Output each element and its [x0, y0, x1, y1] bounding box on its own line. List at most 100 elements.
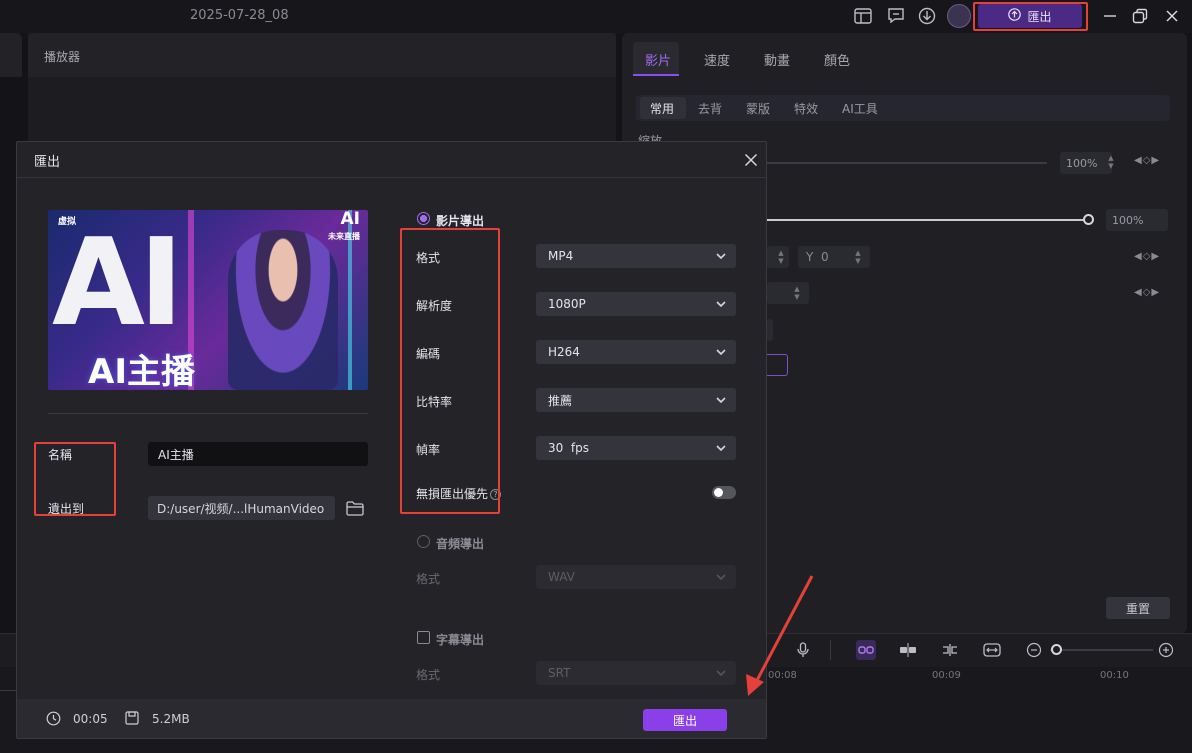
subtitle-format-label: 格式	[416, 668, 441, 682]
split-icon[interactable]	[940, 640, 960, 660]
download-icon[interactable]	[916, 5, 938, 27]
annotation-arrow	[746, 575, 814, 696]
subtitle-export-title: 字幕導出	[436, 633, 485, 647]
snap-icon[interactable]	[898, 640, 918, 660]
scale-value: 100%	[1066, 156, 1098, 170]
link-icon[interactable]	[856, 640, 876, 660]
audio-format-label: 格式	[416, 572, 441, 586]
toggle-knob	[714, 488, 723, 497]
disk-icon	[124, 710, 140, 726]
restore-icon[interactable]	[1128, 4, 1152, 28]
annotation-box	[400, 228, 500, 514]
scale-value-2: 100%	[1112, 213, 1144, 227]
format-select[interactable]: MP4	[536, 244, 736, 268]
fit-icon[interactable]	[982, 640, 1002, 660]
feedback-icon[interactable]	[885, 5, 907, 27]
audio-export-title: 音頻導出	[436, 537, 485, 551]
reset-button[interactable]: 重置	[1106, 597, 1170, 619]
scale-slider-2[interactable]	[767, 219, 1087, 221]
thumbnail-corner-text: AI	[340, 210, 360, 229]
minimize-icon[interactable]	[1098, 4, 1122, 28]
audio-format-select[interactable]: WAV	[536, 565, 736, 589]
close-icon[interactable]	[1160, 4, 1184, 28]
thumbnail-corner-sub: 未来直播	[328, 232, 360, 241]
subtitle-format-select[interactable]: SRT	[536, 661, 736, 685]
resolution-select[interactable]: 1080P	[536, 292, 736, 316]
player-title: 播放器	[44, 50, 81, 64]
scale-stepper[interactable]: ▲ ▼	[1106, 154, 1116, 170]
project-title: 2025-07-28_08	[190, 8, 289, 23]
zoom-out-icon[interactable]	[1024, 640, 1044, 660]
tab-speed[interactable]: 速度	[704, 50, 730, 69]
layout-icon[interactable]	[852, 5, 874, 27]
chevron-down-icon	[716, 668, 726, 679]
player-header	[28, 33, 616, 77]
tab-animation[interactable]: 動畫	[764, 50, 790, 69]
y-value: 0	[820, 250, 829, 264]
codec-select[interactable]: H264	[536, 340, 736, 364]
chevron-down-icon	[716, 572, 726, 583]
y-stepper[interactable]: ▲ ▼	[853, 249, 863, 265]
folder-icon[interactable]	[345, 498, 365, 518]
subtab-remove-bg[interactable]: 去背	[698, 100, 722, 117]
chevron-down-icon	[716, 443, 726, 454]
keyframe-icon[interactable]: ◀◇▶	[1134, 155, 1160, 166]
subtitle-format-value: SRT	[548, 666, 571, 680]
export-button[interactable]: 匯出	[643, 709, 727, 731]
scale-value-box-2[interactable]: 100%	[1106, 209, 1168, 231]
name-input[interactable]: AI主播	[148, 442, 368, 466]
zoom-slider[interactable]	[1050, 649, 1153, 651]
tab-color[interactable]: 顏色	[824, 50, 850, 69]
tab-video[interactable]: 影片	[645, 50, 671, 69]
chevron-down-icon	[716, 299, 726, 310]
rotation-keyframe-icon[interactable]: ◀◇▶	[1134, 287, 1160, 298]
chevron-down-icon	[716, 251, 726, 262]
divider	[48, 413, 368, 414]
framerate-value: 30 fps	[548, 441, 589, 455]
dialog-close-icon[interactable]	[740, 149, 762, 171]
bitrate-value: 推薦	[548, 393, 573, 408]
scale-slider-track[interactable]	[767, 162, 1047, 164]
subtab-mask[interactable]: 蒙版	[746, 100, 770, 117]
avatar[interactable]	[947, 4, 971, 28]
subtab-common[interactable]: 常用	[650, 100, 674, 117]
rotation-stepper[interactable]: ▲ ▼	[792, 285, 802, 301]
resolution-value: 1080P	[548, 297, 586, 311]
zoom-handle[interactable]	[1051, 644, 1062, 655]
blend-field[interactable]	[767, 319, 773, 341]
x-stepper[interactable]: ▲ ▼	[776, 249, 786, 265]
video-thumbnail: AI 虚拟 AI 未来直播 AI主播	[48, 210, 368, 390]
codec-value: H264	[548, 345, 580, 359]
subtab-effects[interactable]: 特效	[794, 100, 818, 117]
bitrate-select[interactable]: 推薦	[536, 388, 736, 412]
subtab-ai-tools[interactable]: AI工具	[842, 100, 878, 117]
framerate-select[interactable]: 30 fps	[536, 436, 736, 460]
dialog-header	[17, 142, 766, 178]
slider-handle[interactable]	[1083, 214, 1094, 225]
rotation-field[interactable]	[767, 282, 809, 304]
left-panel	[0, 33, 22, 77]
path-input[interactable]: D:/user/视频/...lHumanVideo	[148, 496, 335, 520]
position-keyframe-icon[interactable]: ◀◇▶	[1134, 251, 1160, 262]
video-export-title: 影片導出	[436, 214, 485, 228]
subtitle-export-checkbox[interactable]	[417, 631, 430, 644]
audio-format-value: WAV	[548, 570, 575, 584]
chevron-down-icon	[716, 395, 726, 406]
timeline-tick-line	[0, 690, 16, 691]
thumbnail-big-text: AI	[52, 214, 184, 353]
zoom-in-icon[interactable]	[1156, 640, 1176, 660]
y-label: Y	[806, 250, 814, 264]
chevron-down-icon	[716, 347, 726, 358]
thumbnail-sub-text: AI主播	[88, 352, 195, 390]
duration-text: 00:05	[73, 712, 108, 726]
thumbnail-corner: AI 未来直播	[328, 210, 360, 246]
scale-value-box[interactable]: 100%	[1060, 152, 1112, 174]
clock-icon	[45, 710, 61, 726]
dialog-title: 匯出	[34, 155, 61, 170]
audio-export-radio[interactable]	[417, 535, 430, 548]
toolbar-divider	[830, 640, 831, 660]
video-export-radio[interactable]	[417, 212, 430, 225]
tick-label: 00:10	[1100, 670, 1129, 681]
format-value: MP4	[548, 249, 574, 263]
thumbnail-logo: 虚拟	[58, 217, 77, 227]
